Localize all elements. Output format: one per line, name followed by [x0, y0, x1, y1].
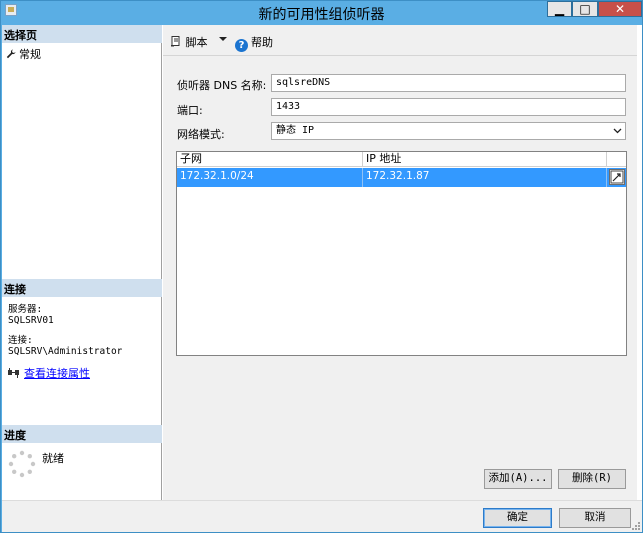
help-icon: ?	[235, 39, 248, 52]
script-button[interactable]: 脚本	[171, 34, 208, 50]
help-label: 帮助	[251, 36, 273, 49]
add-button[interactable]: 添加(A)...	[484, 469, 552, 489]
ok-button[interactable]: 确定	[483, 508, 552, 528]
page-item-general[interactable]: 常规	[6, 46, 41, 62]
toolbar: 脚本 ? 帮助	[163, 25, 637, 56]
ip-cell[interactable]: 172.32.1.87	[363, 168, 607, 187]
network-mode-value: 静态 IP	[276, 125, 315, 136]
dns-name-label: 侦听器 DNS 名称:	[177, 79, 267, 92]
port-input[interactable]: 1433	[271, 98, 626, 116]
remove-button[interactable]: 删除(R)	[558, 469, 626, 489]
network-mode-label: 网络模式:	[177, 128, 225, 141]
connection-header: 连接	[2, 279, 162, 297]
dialog-client: 选择页 常规 连接 服务器: SQLSRV01 连接: SQLSRV\Admin…	[2, 25, 642, 532]
help-button[interactable]: ? 帮助	[235, 34, 273, 52]
connection-value: SQLSRV\Administrator	[8, 346, 123, 357]
select-page-header: 选择页	[2, 25, 162, 43]
resize-grip-icon[interactable]	[630, 520, 640, 530]
progress-status: 就绪	[42, 452, 64, 465]
dns-name-input[interactable]: sqlsreDNS	[271, 74, 626, 92]
row-edit-button[interactable]	[609, 169, 625, 185]
view-connection-properties-link[interactable]: 查看连接属性	[24, 367, 90, 380]
script-label: 脚本	[185, 36, 208, 49]
wrench-icon	[6, 49, 16, 59]
dialog-window: 新的可用性组侦听器 ▁ □ ✕ 选择页 常规 连接 服务器: SQLSRV01 …	[0, 0, 643, 533]
port-label: 端口:	[177, 104, 203, 117]
connection-plug-icon	[8, 368, 19, 378]
column-header-ip[interactable]: IP 地址	[363, 152, 607, 167]
subnet-ip-grid[interactable]: 子网 IP 地址 172.32.1.0/24 172.32.1.87	[176, 151, 627, 356]
chevron-down-icon	[613, 128, 622, 134]
right-pane: 脚本 ? 帮助 侦听器 DNS 名称: sqlsreDNS 端口: 1433 网络…	[163, 25, 637, 500]
script-icon	[171, 36, 180, 47]
left-pane: 选择页 常规 连接 服务器: SQLSRV01 连接: SQLSRV\Admin…	[2, 25, 162, 500]
title-bar[interactable]: 新的可用性组侦听器 ▁ □ ✕	[1, 1, 642, 25]
maximize-button[interactable]: □	[572, 1, 598, 17]
table-row[interactable]: 172.32.1.0/24 172.32.1.87	[177, 168, 626, 187]
cancel-button[interactable]: 取消	[559, 508, 631, 528]
server-value: SQLSRV01	[8, 315, 54, 326]
subnet-cell[interactable]: 172.32.1.0/24	[177, 168, 363, 187]
script-dropdown-arrow[interactable]	[219, 33, 227, 46]
progress-spinner-icon	[8, 450, 36, 478]
connection-label: 连接:	[8, 335, 33, 346]
page-item-label: 常规	[19, 48, 41, 61]
network-mode-select[interactable]: 静态 IP	[271, 122, 626, 140]
window-title: 新的可用性组侦听器	[258, 7, 385, 23]
progress-header: 进度	[2, 425, 162, 443]
edit-icon	[610, 170, 624, 184]
close-button[interactable]: ✕	[598, 1, 642, 17]
server-label: 服务器:	[8, 304, 43, 315]
minimize-button[interactable]: ▁	[547, 1, 572, 17]
view-connection-properties: 查看连接属性	[8, 365, 90, 381]
chevron-down-icon	[219, 37, 227, 41]
column-header-subnet[interactable]: 子网	[177, 152, 363, 167]
bottom-bar: 确定 取消	[2, 500, 642, 532]
grid-header: 子网 IP 地址	[177, 152, 626, 167]
